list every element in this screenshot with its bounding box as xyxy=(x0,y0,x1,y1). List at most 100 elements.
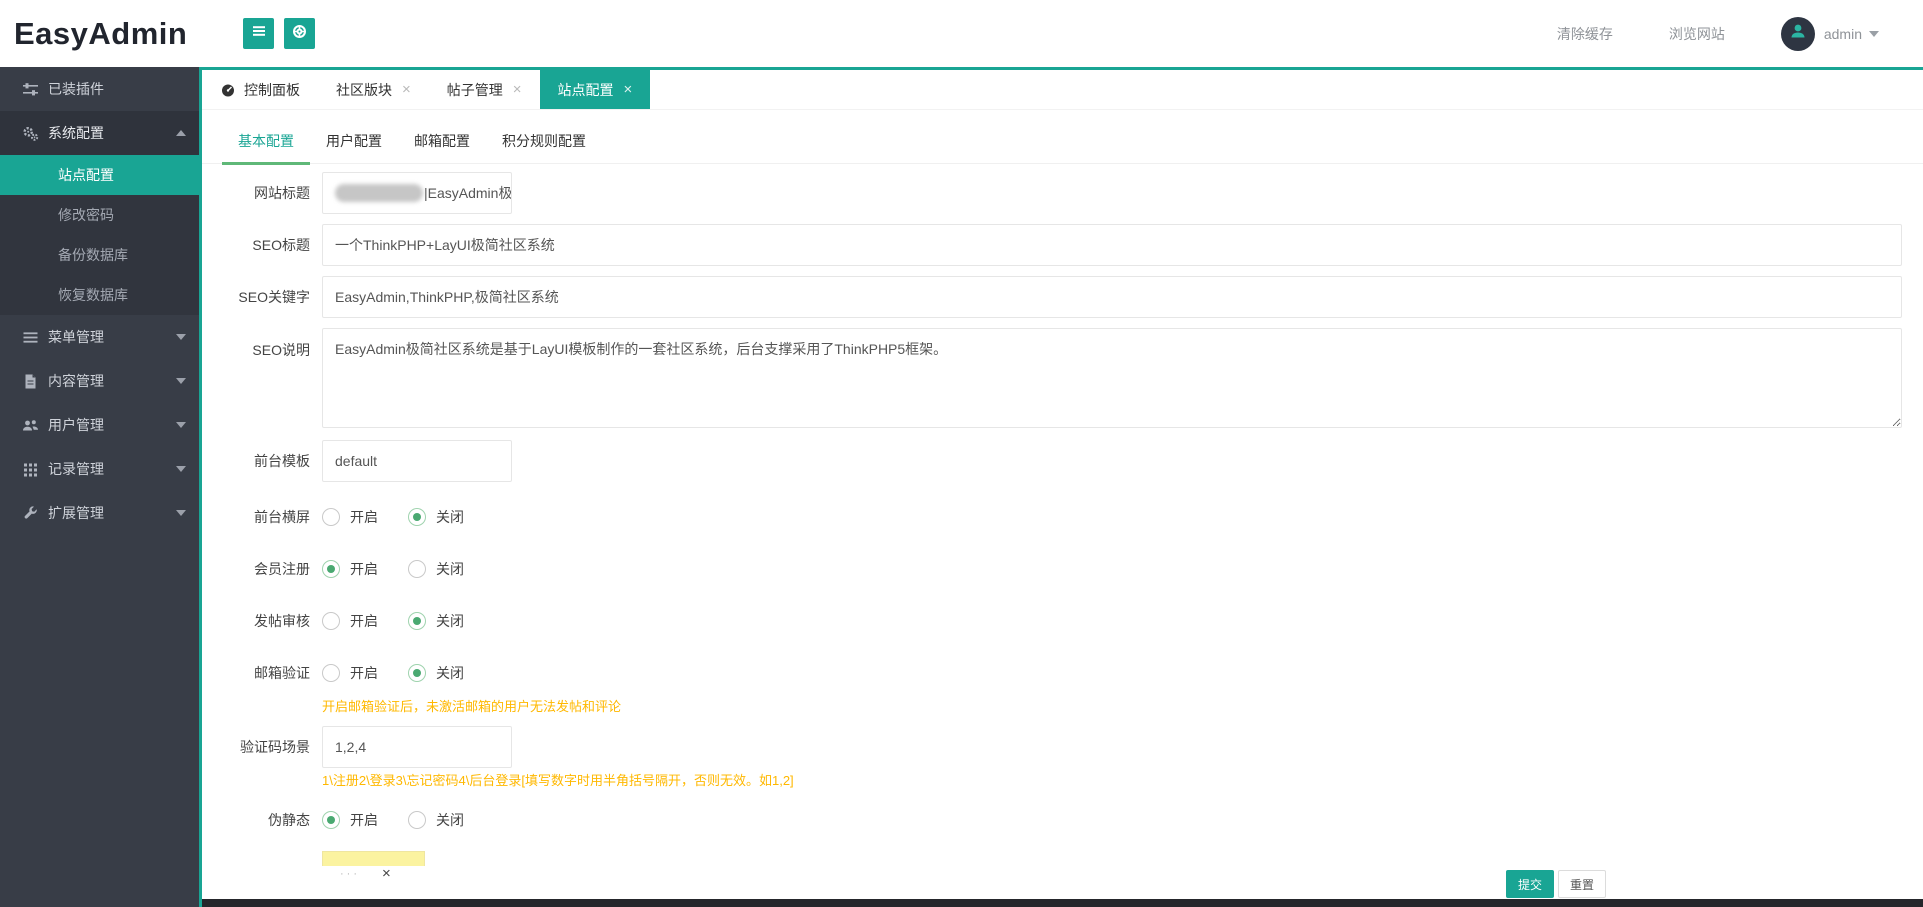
translate-popup-clipped: ··· × xyxy=(322,851,425,881)
subtab-user-config[interactable]: 用户配置 xyxy=(310,118,398,164)
email-verify-hint-row: 开启邮箱验证后，未激活邮箱的用户无法发帖和评论 xyxy=(202,696,1923,714)
field-label: 前台横屏 xyxy=(254,509,310,525)
tab-bar: 控制面板 社区版块 × 帖子管理 × 站点配置 × xyxy=(202,67,1923,110)
sidebar-item-backup-database[interactable]: 备份数据库 xyxy=(0,235,202,275)
radio-off-checked[interactable] xyxy=(408,508,426,526)
radio-off-label: 关闭 xyxy=(436,665,464,681)
sidebar-item-label: 已装插件 xyxy=(48,81,104,97)
sidebar-item-user-manage[interactable]: 用户管理 xyxy=(0,403,202,447)
radio-off-label: 关闭 xyxy=(436,613,464,629)
close-icon[interactable]: × xyxy=(513,82,522,97)
radio-on-checked[interactable] xyxy=(322,811,340,829)
radio-on-checked[interactable] xyxy=(322,560,340,578)
field-label: SEO标题 xyxy=(252,237,310,253)
subtab-email-config[interactable]: 邮箱配置 xyxy=(398,118,486,164)
subtab-basic-config[interactable]: 基本配置 xyxy=(222,118,310,165)
popup-clipped-text: ··· xyxy=(340,867,360,880)
radio-on-unchecked[interactable] xyxy=(322,612,340,630)
subtab-points-rule-config[interactable]: 积分规则配置 xyxy=(486,118,602,164)
tab-post-manage[interactable]: 帖子管理 × xyxy=(429,70,540,109)
close-icon[interactable]: × xyxy=(402,82,411,97)
header-buttons xyxy=(243,18,316,49)
avatar[interactable] xyxy=(1780,16,1815,51)
form-row-seo-keywords: SEO关键字 xyxy=(202,276,1923,318)
form-row-site-title: 网站标题 |EasyAdmin极简社 xyxy=(202,172,1923,214)
seo-title-input[interactable] xyxy=(322,224,1902,266)
sidebar-item-content-manage[interactable]: 内容管理 xyxy=(0,359,202,403)
form-row-email-verify: 邮箱验证 开启 关闭 xyxy=(202,652,1923,694)
sidebar-item-restore-database[interactable]: 恢复数据库 xyxy=(0,275,202,315)
sidebar-item-extension-manage[interactable]: 扩展管理 xyxy=(0,491,202,535)
site-config-form: 网站标题 |EasyAdmin极简社 SEO标题 SEO关键字 SEO说明 xyxy=(202,164,1923,841)
users-icon xyxy=(22,417,39,434)
close-icon[interactable]: × xyxy=(624,82,633,97)
document-icon xyxy=(22,373,39,390)
lifebuoy-icon xyxy=(291,23,308,45)
radio-on-unchecked[interactable] xyxy=(322,664,340,682)
config-subtabs: 基本配置 用户配置 邮箱配置 积分规则配置 xyxy=(202,118,1923,165)
refresh-home-button[interactable] xyxy=(284,18,316,49)
sidebar-item-change-password[interactable]: 修改密码 xyxy=(0,195,202,235)
browse-site-link[interactable]: 浏览网站 xyxy=(1669,24,1725,44)
field-label: 会员注册 xyxy=(254,561,310,577)
field-label: 验证码场景 xyxy=(240,739,310,755)
radio-on-label: 开启 xyxy=(350,613,378,629)
radio-off-checked[interactable] xyxy=(408,664,426,682)
top-header: EasyAdmin 清除缓存 浏览网站 admin xyxy=(0,0,1923,67)
tab-label: 帖子管理 xyxy=(446,81,503,98)
form-row-post-audit: 发帖审核 开启 关闭 xyxy=(202,600,1923,642)
radio-off-label: 关闭 xyxy=(436,509,464,525)
site-title-visible-text: |EasyAdmin极简社 xyxy=(424,185,512,201)
caret-down-icon xyxy=(176,378,186,384)
seo-description-textarea[interactable]: EasyAdmin极简社区系统是基于LayUI模板制作的一套社区系统，后台支撑采… xyxy=(322,328,1902,428)
field-label: 网站标题 xyxy=(254,185,310,201)
sidebar: 已装插件 系统配置 站点配置 修改密码 备份数据库 恢复数据库 菜单管理 内容管… xyxy=(0,67,202,907)
grid-icon xyxy=(22,461,39,478)
site-title-input[interactable]: |EasyAdmin极简社 xyxy=(322,172,512,214)
front-template-input[interactable] xyxy=(322,440,512,482)
form-row-member-register: 会员注册 开启 关闭 xyxy=(202,548,1923,590)
caret-down-icon xyxy=(176,334,186,340)
sidebar-item-record-manage[interactable]: 记录管理 xyxy=(0,447,202,491)
radio-off-checked[interactable] xyxy=(408,612,426,630)
tab-label: 社区版块 xyxy=(336,81,392,98)
reset-button[interactable]: 重置 xyxy=(1558,870,1607,898)
form-row-seo-description: SEO说明 EasyAdmin极简社区系统是基于LayUI模板制作的一套社区系统… xyxy=(202,328,1923,428)
sidebar-item-site-config[interactable]: 站点配置 xyxy=(0,155,202,195)
tab-dashboard[interactable]: 控制面板 xyxy=(202,70,318,109)
caret-down-icon xyxy=(176,422,186,428)
field-label: SEO说明 xyxy=(252,342,310,358)
radio-off-unchecked[interactable] xyxy=(408,811,426,829)
tab-label: 控制面板 xyxy=(244,81,300,98)
clear-cache-link[interactable]: 清除缓存 xyxy=(1557,24,1613,44)
seo-keywords-input[interactable] xyxy=(322,276,1902,318)
email-verify-hint: 开启邮箱验证后，未激活邮箱的用户无法发帖和评论 xyxy=(322,699,622,714)
captcha-scene-hint: 1\注册2\登录3\忘记密码4\后台登录[填写数字时用半角括号隔开，否则无效。如… xyxy=(322,773,794,788)
radio-on-unchecked[interactable] xyxy=(322,508,340,526)
sidebar-subitem-label: 站点配置 xyxy=(58,167,114,183)
field-label: 前台模板 xyxy=(254,453,310,469)
gears-icon xyxy=(22,125,39,142)
sidebar-toggle-button[interactable] xyxy=(243,18,275,49)
radio-off-label: 关闭 xyxy=(436,812,464,828)
submit-button[interactable]: 提交 xyxy=(1506,870,1555,898)
censored-blur xyxy=(335,184,423,202)
field-label: 发帖审核 xyxy=(254,613,310,629)
user-icon xyxy=(1788,21,1808,46)
app-logo: EasyAdmin xyxy=(14,15,188,51)
radio-off-unchecked[interactable] xyxy=(408,560,426,578)
main-area: 控制面板 社区版块 × 帖子管理 × 站点配置 × 基本配置 用户配置 邮箱配置… xyxy=(202,67,1923,907)
field-label: 邮箱验证 xyxy=(254,665,310,681)
captcha-scene-input[interactable] xyxy=(322,726,512,768)
sidebar-item-installed-plugins[interactable]: 已装插件 xyxy=(0,67,202,111)
form-row-pseudo-static: 伪静态 开启 关闭 xyxy=(202,799,1923,841)
sidebar-item-system-config[interactable]: 系统配置 xyxy=(0,111,202,155)
sidebar-item-label: 系统配置 xyxy=(48,125,104,141)
username-label[interactable]: admin xyxy=(1824,26,1862,42)
sidebar-item-menu-manage[interactable]: 菜单管理 xyxy=(0,315,202,359)
tab-site-config[interactable]: 站点配置 × xyxy=(539,70,651,109)
field-label: SEO关键字 xyxy=(238,289,310,305)
tab-community-sections[interactable]: 社区版块 × xyxy=(318,70,429,109)
radio-on-label: 开启 xyxy=(350,509,378,525)
close-icon[interactable]: × xyxy=(382,866,391,881)
